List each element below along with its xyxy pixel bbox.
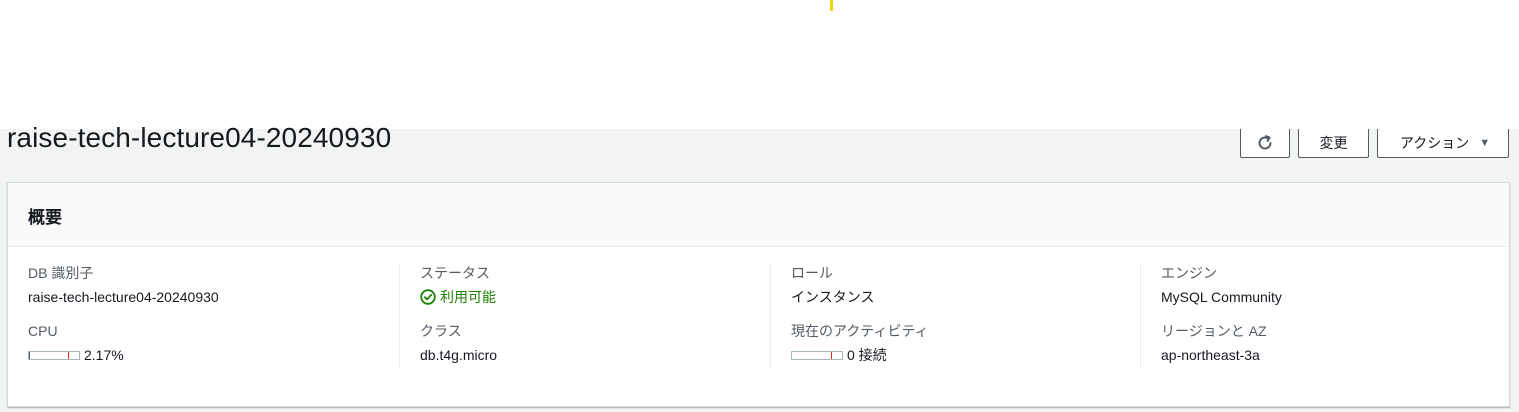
class-label: クラス (420, 323, 462, 339)
engine-label: エンジン (1161, 265, 1217, 281)
summary-title: 概要 (28, 208, 62, 227)
role-value: インスタンス (791, 289, 875, 305)
check-circle-icon (420, 289, 436, 305)
summary-column-identifier: DB 識別子 raise-tech-lecture04-20240930 CPU… (28, 263, 398, 368)
class-value: db.t4g.micro (420, 347, 498, 363)
cpu-value-row: 2.17% (28, 345, 398, 365)
top-blank-area (0, 0, 1519, 129)
activity-value-row: 0 接続 (791, 345, 1140, 365)
caret-down-icon: ▼ (1479, 137, 1491, 149)
summary-column-role: ロール インスタンス 現在のアクティビティ 0 接続 (770, 263, 1140, 368)
region-az-label: リージョンと AZ (1161, 323, 1267, 339)
status-label: ステータス (420, 265, 490, 281)
cpu-meter-fill (29, 351, 31, 359)
role-label: ロール (791, 265, 833, 281)
region-az-value: ap-northeast-3a (1161, 347, 1260, 363)
db-identifier-value: raise-tech-lecture04-20240930 (28, 289, 219, 305)
status-value: 利用可能 (440, 289, 496, 305)
actions-button-label: アクション (1399, 135, 1470, 151)
db-identifier-label: DB 識別子 (28, 265, 94, 281)
cpu-value: 2.17% (84, 347, 124, 363)
cpu-label: CPU (28, 323, 58, 339)
activity-meter (791, 350, 843, 360)
summary-header: 概要 (8, 183, 1509, 247)
engine-value: MySQL Community (1161, 289, 1282, 305)
modify-button-label: 変更 (1319, 135, 1348, 151)
summary-column-status: ステータス 利用可能 クラス db.t4g.micro (399, 263, 769, 368)
activity-label: 現在のアクティビティ (791, 323, 929, 339)
summary-column-engine: エンジン MySQL Community リージョンと AZ ap-northe… (1140, 263, 1510, 368)
actions-button[interactable]: アクション ▼ (1377, 129, 1509, 158)
refresh-icon (1258, 135, 1272, 150)
page-title: raise-tech-lecture04-20240930 (7, 122, 392, 153)
cpu-meter-threshold (68, 351, 69, 359)
status-value-row: 利用可能 (420, 287, 769, 307)
activity-value: 0 接続 (847, 347, 887, 363)
cpu-meter (28, 350, 80, 360)
modify-button[interactable]: 変更 (1298, 129, 1369, 158)
summary-panel: 概要 DB 識別子 raise-tech-lecture04-20240930 … (7, 182, 1510, 407)
yellow-marker (830, 0, 833, 11)
refresh-button[interactable] (1240, 129, 1290, 158)
activity-meter-threshold (831, 351, 832, 359)
